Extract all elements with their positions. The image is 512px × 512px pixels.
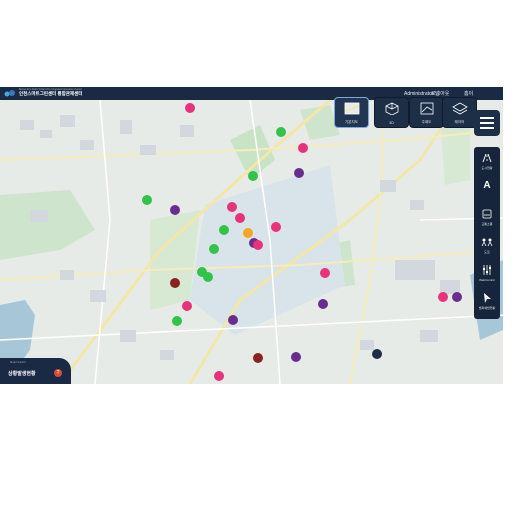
theme-map-icon — [420, 102, 434, 115]
cube-3d-icon — [385, 102, 399, 115]
side-item-webcontrol[interactable]: WebControl — [474, 261, 500, 287]
side-item-traffic[interactable]: 교통소통 — [474, 205, 500, 231]
side-item-a[interactable]: A — [474, 177, 500, 203]
layer-label: 3D — [389, 121, 394, 125]
people-icon — [481, 238, 493, 247]
logout-link[interactable]: 로그아웃 — [431, 90, 449, 97]
help-icon[interactable]: ? — [54, 369, 62, 377]
road-icon — [482, 153, 492, 163]
menu-toggle-button[interactable] — [474, 110, 500, 136]
traffic-icon — [482, 209, 492, 219]
sliders-icon — [483, 265, 491, 275]
cursor-icon — [484, 293, 491, 303]
situation-status-panel[interactable]: Smart Control 상황발생현황 ? — [0, 358, 71, 384]
side-item-label: 도시현황 — [481, 166, 493, 170]
layer-label: 주제도 — [421, 120, 432, 124]
app-window: Busan Eco Delta Smart City Integrated Op… — [0, 87, 503, 384]
brand: Busan Eco Delta Smart City Integrated Op… — [19, 88, 82, 96]
letter-a-icon: A — [483, 180, 491, 191]
side-item-label: 교통소통 — [481, 222, 493, 226]
status-subtitle: Smart Control — [10, 361, 26, 364]
side-item-crime-prevention[interactable]: 범죄예방현황 — [474, 289, 500, 315]
side-item-road[interactable]: 도로 — [474, 233, 500, 259]
home-link[interactable]: 홈이 — [464, 90, 473, 97]
map-layer-icon — [344, 102, 360, 115]
side-item-city-status[interactable]: 도시현황 — [474, 149, 500, 175]
layer-button-basemap[interactable]: 기본지도 — [334, 97, 369, 128]
hamburger-icon — [480, 117, 494, 119]
city-logo-icon — [4, 90, 15, 97]
status-title: 상황발생현황 — [8, 371, 36, 377]
side-item-label: 범죄예방현황 — [478, 306, 496, 310]
layer-label: 기본지도 — [345, 120, 358, 124]
brand-title: 인천스마트그린센터 통합관제센터 — [19, 91, 83, 96]
layer-label: 레이어 — [454, 120, 465, 124]
side-item-label: WebControl — [479, 278, 495, 282]
side-menu: 도시현황 A 교통소통 도로 WebControl 범죄예방현황 — [474, 147, 500, 319]
layer-button-3d[interactable]: 3D — [374, 97, 409, 128]
layer-button-layers[interactable]: 레이어 — [442, 97, 477, 128]
layer-button-theme[interactable]: 주제도 — [409, 97, 444, 128]
layers-icon — [452, 102, 468, 115]
side-item-label: 도로 — [484, 250, 490, 254]
map-canvas[interactable] — [0, 100, 503, 384]
